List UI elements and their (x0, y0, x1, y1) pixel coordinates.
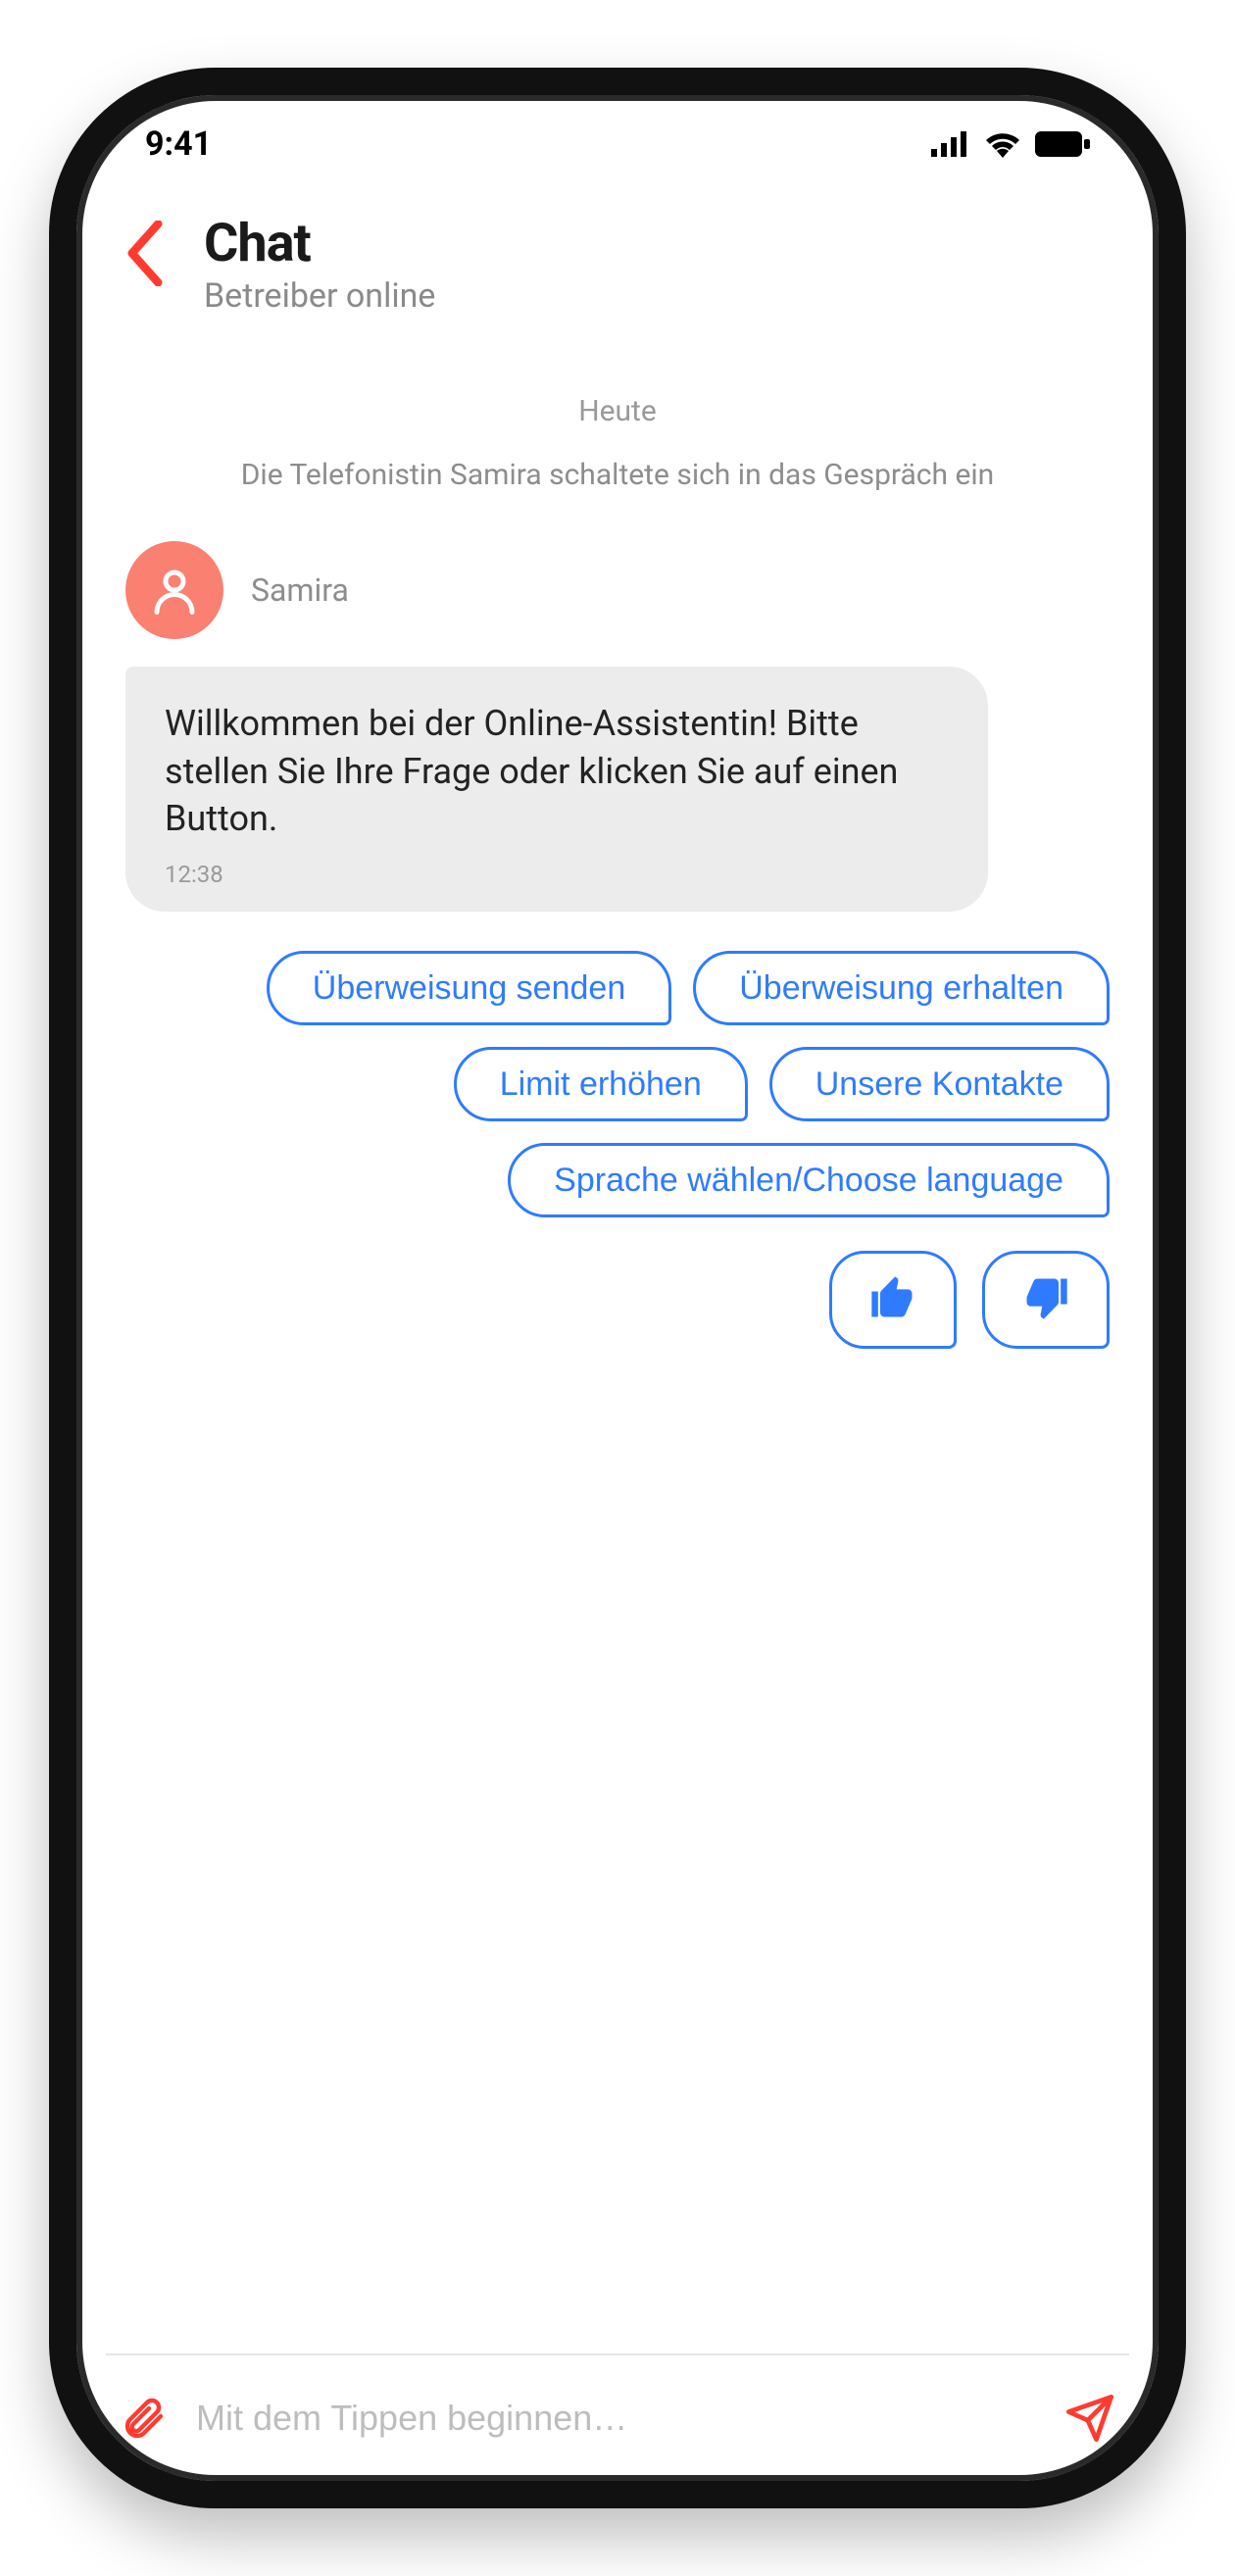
volume-button (49, 585, 51, 703)
quick-reply-button[interactable]: Unsere Kontakte (769, 1047, 1110, 1121)
status-time: 9:41 (145, 124, 212, 164)
status-bar: 9:41 (125, 95, 1110, 193)
page-title: Chat (204, 213, 435, 274)
cellular-icon (931, 131, 970, 157)
quick-reply-button[interactable]: Sprache wählen/Choose language (508, 1143, 1110, 1217)
wifi-icon (984, 130, 1021, 158)
thumbs-down-icon (1020, 1272, 1071, 1326)
send-icon[interactable] (1064, 2393, 1115, 2444)
system-message: Die Telefonistin Samira schaltete sich i… (125, 458, 1110, 492)
input-bar (106, 2353, 1129, 2481)
message-bubble: Willkommen bei der Online-Assistentin! B… (125, 667, 988, 912)
attachment-icon[interactable] (120, 2395, 167, 2442)
quick-reply-button[interactable]: Limit erhöhen (454, 1047, 748, 1121)
thumbs-up-button[interactable] (829, 1251, 957, 1349)
volume-button (49, 742, 51, 938)
sender-name: Samira (251, 571, 349, 609)
thumbs-up-icon (867, 1272, 918, 1326)
avatar (125, 541, 223, 639)
feedback-row (125, 1251, 1110, 1349)
battery-icon (1035, 131, 1090, 157)
phone-frame: 9:41 Ch (49, 68, 1186, 2508)
quick-reply-button[interactable]: Überweisung senden (267, 951, 671, 1025)
thumbs-down-button[interactable] (982, 1251, 1110, 1349)
message-time: 12:38 (165, 861, 949, 888)
back-icon[interactable] (125, 221, 165, 275)
operator-status: Betreiber online (204, 276, 435, 316)
power-button (1184, 781, 1186, 1056)
message-text: Willkommen bei der Online-Assistentin! B… (165, 700, 949, 843)
quick-reply-button[interactable]: Überweisung erhalten (693, 951, 1110, 1025)
volume-button (49, 977, 51, 1173)
chat-header: Chat Betreiber online (125, 193, 1110, 355)
quick-replies: Überweisung senden Überweisung erhalten … (125, 951, 1110, 1217)
chat-body: Heute Die Telefonistin Samira schaltete … (125, 355, 1110, 2353)
sender-row: Samira (125, 541, 1110, 639)
date-separator: Heute (125, 394, 1110, 428)
message-input[interactable] (196, 2398, 1035, 2439)
